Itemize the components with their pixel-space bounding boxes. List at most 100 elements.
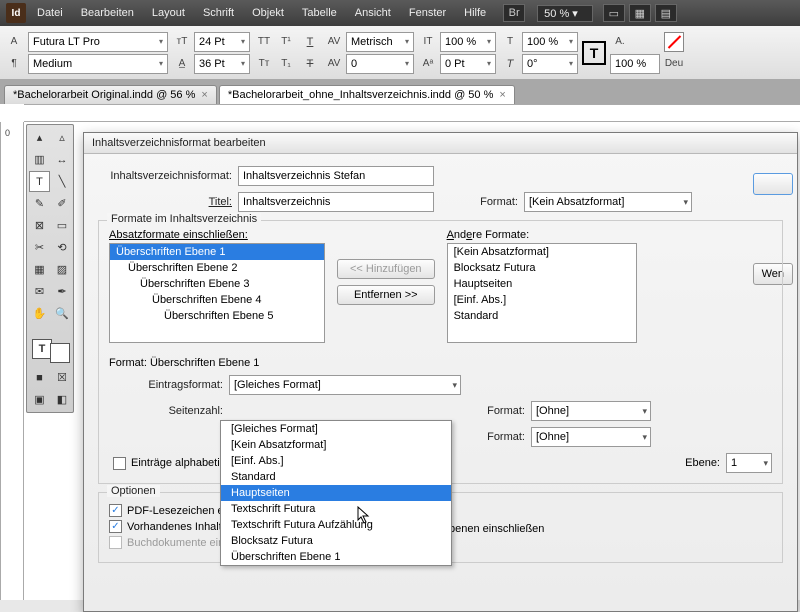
subscript-icon[interactable]: T₁ bbox=[276, 54, 296, 74]
dropdown-option[interactable]: Textschrift Futura Aufzählung bbox=[221, 517, 451, 533]
stroke-swatch[interactable] bbox=[664, 32, 684, 52]
rectangle-tool[interactable]: ▭ bbox=[52, 215, 73, 236]
allcaps-icon[interactable]: TT bbox=[254, 32, 274, 52]
type-tool[interactable]: T bbox=[29, 171, 50, 192]
pencil-tool[interactable]: ✐ bbox=[52, 193, 73, 214]
font-size-input[interactable]: 24 Pt▾ bbox=[194, 32, 250, 52]
arrange2-icon[interactable]: ▤ bbox=[655, 4, 677, 22]
list-item[interactable]: Überschriften Ebene 2 bbox=[110, 260, 324, 276]
zoom-select[interactable]: 50 % ▾ bbox=[537, 5, 593, 22]
other-listbox[interactable]: [Kein Absatzformat] Blocksatz Futura Hau… bbox=[447, 243, 637, 343]
dropdown-option[interactable]: Überschriften Ebene 1 bbox=[221, 549, 451, 565]
hand-tool[interactable]: ✋ bbox=[29, 303, 50, 324]
apply-none[interactable]: ☒ bbox=[52, 367, 73, 388]
direct-select-tool[interactable]: ▵ bbox=[52, 127, 73, 148]
underline-icon[interactable]: T bbox=[300, 32, 320, 52]
view-mode[interactable]: ▣ bbox=[29, 389, 50, 410]
menu-datei[interactable]: Datei bbox=[30, 3, 70, 23]
dropdown-option[interactable]: Blocksatz Futura bbox=[221, 533, 451, 549]
dropdown-option[interactable]: Textschrift Futura bbox=[221, 501, 451, 517]
level-select[interactable]: 1 bbox=[726, 453, 772, 473]
font-family-select[interactable]: Futura LT Pro▾ bbox=[28, 32, 168, 52]
title-format-select[interactable]: [Kein Absatzformat] bbox=[524, 192, 692, 212]
arrange-icon[interactable]: ▦ bbox=[629, 4, 651, 22]
dropdown-option[interactable]: Hauptseiten bbox=[221, 485, 451, 501]
menu-tabelle[interactable]: Tabelle bbox=[295, 3, 344, 23]
include-listbox[interactable]: Überschriften Ebene 1 Überschriften Eben… bbox=[109, 243, 325, 343]
dropdown-option[interactable]: Standard bbox=[221, 469, 451, 485]
menu-hilfe[interactable]: Hilfe bbox=[457, 3, 493, 23]
gradient-tool[interactable]: ▦ bbox=[29, 259, 50, 280]
dropdown-option[interactable]: [Kein Absatzformat] bbox=[221, 437, 451, 453]
selection-tool[interactable]: ▴ bbox=[29, 127, 50, 148]
page-tool[interactable]: ▥ bbox=[29, 149, 50, 170]
entryformat-dropdown[interactable]: [Gleiches Format] [Kein Absatzformat] [E… bbox=[220, 420, 452, 566]
list-item[interactable]: Überschriften Ebene 3 bbox=[110, 276, 324, 292]
hscale-input[interactable]: 100 %▾ bbox=[522, 32, 578, 52]
close-icon[interactable]: × bbox=[499, 89, 505, 101]
tocformat-label: Inhaltsverzeichnisformat: bbox=[98, 170, 238, 182]
skew-input[interactable]: 0°▾ bbox=[522, 54, 578, 74]
title-input[interactable] bbox=[238, 192, 434, 212]
list-item[interactable]: Blocksatz Futura bbox=[448, 260, 636, 276]
charstyle-icon[interactable]: A. bbox=[610, 32, 630, 52]
remove-button[interactable]: Entfernen >> bbox=[337, 285, 435, 305]
kerning-select[interactable]: Metrisch▾ bbox=[346, 32, 414, 52]
ruler-horizontal[interactable] bbox=[24, 104, 800, 122]
smallcaps-icon[interactable]: Tᴛ bbox=[254, 54, 274, 74]
transform-tool[interactable]: ⟲ bbox=[52, 237, 73, 258]
tracking-input[interactable]: 0▾ bbox=[346, 54, 414, 74]
other-label: Andere Formate: bbox=[447, 229, 637, 241]
menu-objekt[interactable]: Objekt bbox=[245, 3, 291, 23]
frame-tool[interactable]: ⊠ bbox=[29, 215, 50, 236]
document-tab[interactable]: *Bachelorarbeit_ohne_Inhaltsverzeichnis.… bbox=[219, 85, 515, 104]
para-mode-icon[interactable]: ¶ bbox=[4, 54, 24, 74]
strike-icon[interactable]: T bbox=[300, 54, 320, 74]
menu-schrift[interactable]: Schrift bbox=[196, 3, 241, 23]
fill-tint-input[interactable]: 100 % bbox=[610, 54, 660, 74]
dropdown-option[interactable]: [Gleiches Format] bbox=[221, 421, 451, 437]
baseline-input[interactable]: 0 Pt▾ bbox=[440, 54, 496, 74]
list-item[interactable]: Hauptseiten bbox=[448, 276, 636, 292]
scissors-tool[interactable]: ✂ bbox=[29, 237, 50, 258]
ruler-vertical[interactable]: 0 bbox=[0, 122, 24, 600]
menu-bearbeiten[interactable]: Bearbeiten bbox=[74, 3, 141, 23]
entryformat-select[interactable]: [Gleiches Format] bbox=[229, 375, 461, 395]
screen-mode-icon[interactable]: ▭ bbox=[603, 4, 625, 22]
baseline-icon: Aᵃ bbox=[418, 54, 438, 74]
apply-color[interactable]: ■ bbox=[29, 367, 50, 388]
pagenum-format-select[interactable]: [Ohne] bbox=[531, 401, 651, 421]
dropdown-option[interactable]: [Einf. Abs.] bbox=[221, 453, 451, 469]
menu-fenster[interactable]: Fenster bbox=[402, 3, 453, 23]
fill-swatch-icon[interactable]: T bbox=[582, 41, 606, 65]
gap-tool[interactable]: ↔ bbox=[52, 149, 73, 170]
list-item[interactable]: Standard bbox=[448, 308, 636, 324]
list-item[interactable]: Überschriften Ebene 4 bbox=[110, 292, 324, 308]
font-weight-select[interactable]: Medium▾ bbox=[28, 54, 168, 74]
char-mode-icon[interactable]: A bbox=[4, 32, 24, 52]
view-mode-2[interactable]: ◧ bbox=[52, 389, 73, 410]
document-tab[interactable]: *Bachelorarbeit Original.indd @ 56 %× bbox=[4, 85, 217, 104]
gradient-feather-tool[interactable]: ▨ bbox=[52, 259, 73, 280]
list-item[interactable]: Überschriften Ebene 5 bbox=[110, 308, 324, 324]
list-item[interactable]: Überschriften Ebene 1 bbox=[110, 244, 324, 260]
menu-ansicht[interactable]: Ansicht bbox=[348, 3, 398, 23]
add-button[interactable]: << Hinzufügen bbox=[337, 259, 435, 279]
list-item[interactable]: [Einf. Abs.] bbox=[448, 292, 636, 308]
close-icon[interactable]: × bbox=[201, 89, 207, 101]
pen-tool[interactable]: ✎ bbox=[29, 193, 50, 214]
menu-layout[interactable]: Layout bbox=[145, 3, 192, 23]
tocformat-input[interactable] bbox=[238, 166, 434, 186]
zoom-tool[interactable]: 🔍 bbox=[52, 303, 73, 324]
vscale-input[interactable]: 100 %▾ bbox=[440, 32, 496, 52]
fill-stroke-swatch[interactable]: T bbox=[29, 336, 73, 366]
eyedropper-tool[interactable]: ✒ bbox=[52, 281, 73, 302]
superscript-icon[interactable]: T¹ bbox=[276, 32, 296, 52]
list-item[interactable]: [Kein Absatzformat] bbox=[448, 244, 636, 260]
line-tool[interactable]: ╲ bbox=[52, 171, 73, 192]
bridge-button[interactable]: Br bbox=[503, 4, 525, 22]
note-tool[interactable]: ✉ bbox=[29, 281, 50, 302]
alpha-checkbox[interactable]: Einträge alphabetisch bbox=[113, 457, 237, 470]
leading-input[interactable]: 36 Pt▾ bbox=[194, 54, 250, 74]
between-format-select[interactable]: [Ohne] bbox=[531, 427, 651, 447]
